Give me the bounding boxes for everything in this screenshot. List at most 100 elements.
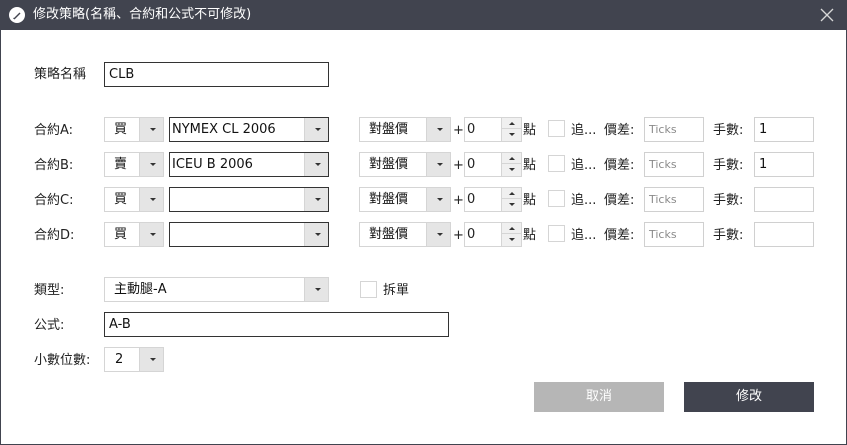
contract-b-price-type-select[interactable]: 對盤價 [359,152,451,177]
contract-a-side-value: 買 [114,122,128,137]
edit-icon [9,7,25,23]
contract-b-side-value: 賣 [114,157,128,172]
strategy-name-label: 策略名稱 [34,67,87,82]
contract-d-slippage-field[interactable]: Ticks [644,222,704,247]
contract-d-side-select[interactable]: 買 [104,222,164,247]
contract-c-slippage-placeholder: Ticks [649,193,677,206]
chevron-down-icon[interactable] [304,188,328,211]
contract-d-slippage-placeholder: Ticks [649,228,677,241]
contract-a-slippage-placeholder: Ticks [649,123,677,136]
contract-c-qty-field[interactable] [754,187,814,212]
contract-a-symbol-value: NYMEX CL 2006 [172,122,276,137]
contract-a-side-select[interactable]: 買 [104,117,164,142]
formula-field[interactable]: A-B [104,312,449,337]
contract-c-qty-label: 手數: [713,193,744,208]
contract-d-label: 合約D: [34,228,75,243]
contract-a-price-type-select[interactable]: 對盤價 [359,117,451,142]
contract-a-price-type-value: 對盤價 [369,122,409,137]
decimals-select[interactable]: 2 [104,347,164,372]
contract-c-price-type-select[interactable]: 對盤價 [359,187,451,212]
type-select[interactable]: 主動腿-A [104,277,329,302]
contract-b-qty-label: 手數: [713,158,744,173]
chevron-down-icon[interactable] [426,153,450,176]
formula-label: 公式: [34,318,65,333]
contract-d-symbol-value [170,223,172,246]
contract-c-symbol-value [170,188,172,211]
stepper-down-icon[interactable] [502,234,521,245]
title-bar: 修改策略(名稱、合約和公式不可修改) [0,0,847,30]
chevron-down-icon[interactable] [139,348,163,371]
chevron-down-icon[interactable] [304,223,328,246]
contract-b-offset-stepper[interactable]: 0 [464,152,522,177]
contract-a-chase-label: 追... [571,123,597,138]
contract-b-symbol-value: ICEU B 2006 [172,157,253,172]
chevron-down-icon[interactable] [139,118,163,141]
contract-b-side-select[interactable]: 賣 [104,152,164,177]
strategy-name-field[interactable]: CLB [104,62,329,87]
contract-c-offset-unit: 點 [523,193,537,208]
contract-d-price-type-select[interactable]: 對盤價 [359,222,451,247]
contract-c-slippage-label: 價差: [604,193,635,208]
contract-b-symbol-select[interactable]: ICEU B 2006 [169,152,329,177]
contract-d-qty-field[interactable] [754,222,814,247]
contract-d-side-value: 買 [114,227,128,242]
stepper-down-icon[interactable] [502,129,521,140]
chevron-down-icon[interactable] [139,223,163,246]
split-order-checkbox[interactable] [360,281,377,298]
chevron-down-icon[interactable] [426,188,450,211]
cancel-button[interactable]: 取消 [534,382,664,412]
contract-d-price-type-value: 對盤價 [369,227,409,242]
stepper-up-icon[interactable] [502,223,521,234]
type-label: 類型: [34,283,65,298]
contract-a-slippage-field[interactable]: Ticks [644,117,704,142]
contract-b-offset-unit: 點 [523,158,537,173]
contract-c-side-select[interactable]: 買 [104,187,164,212]
contract-b-slippage-field[interactable]: Ticks [644,152,704,177]
decimals-select-value: 2 [115,352,124,367]
contract-b-label: 合約B: [34,158,74,173]
contract-c-chase-checkbox[interactable] [548,190,565,207]
chevron-down-icon[interactable] [304,153,328,176]
stepper-up-icon[interactable] [502,118,521,129]
chevron-down-icon[interactable] [426,118,450,141]
contract-d-chase-checkbox[interactable] [548,225,565,242]
stepper-up-icon[interactable] [502,188,521,199]
plus-sign: + [453,123,464,138]
stepper-up-icon[interactable] [502,153,521,164]
chevron-down-icon[interactable] [304,118,328,141]
contract-a-chase-checkbox[interactable] [548,120,565,137]
type-select-value: 主動腿-A [114,282,167,297]
close-icon[interactable] [818,6,836,24]
contract-c-chase-label: 追... [571,193,597,208]
contract-b-price-type-value: 對盤價 [369,157,409,172]
stepper-down-icon[interactable] [502,164,521,175]
contract-a-qty-field[interactable]: 1 [754,117,814,142]
chevron-down-icon[interactable] [426,223,450,246]
contract-d-chase-label: 追... [571,228,597,243]
modify-button[interactable]: 修改 [684,382,814,412]
contract-b-slippage-label: 價差: [604,158,635,173]
contract-c-symbol-select[interactable] [169,187,329,212]
contract-c-price-type-value: 對盤價 [369,192,409,207]
contract-d-qty-label: 手數: [713,228,744,243]
contract-b-offset-value: 0 [467,157,476,172]
contract-a-offset-stepper[interactable]: 0 [464,117,522,142]
contract-a-label: 合約A: [34,123,74,138]
contract-d-offset-unit: 點 [523,228,537,243]
contract-c-offset-stepper[interactable]: 0 [464,187,522,212]
chevron-down-icon[interactable] [304,278,328,301]
plus-sign: + [453,228,464,243]
plus-sign: + [453,158,464,173]
contract-a-slippage-label: 價差: [604,123,635,138]
contract-b-chase-checkbox[interactable] [548,155,565,172]
contract-b-qty-field[interactable]: 1 [754,152,814,177]
stepper-down-icon[interactable] [502,199,521,210]
contract-d-offset-value: 0 [467,227,476,242]
contract-d-offset-stepper[interactable]: 0 [464,222,522,247]
chevron-down-icon[interactable] [139,188,163,211]
chevron-down-icon[interactable] [139,153,163,176]
contract-a-symbol-select[interactable]: NYMEX CL 2006 [169,117,329,142]
contract-d-slippage-label: 價差: [604,228,635,243]
contract-c-slippage-field[interactable]: Ticks [644,187,704,212]
contract-d-symbol-select[interactable] [169,222,329,247]
